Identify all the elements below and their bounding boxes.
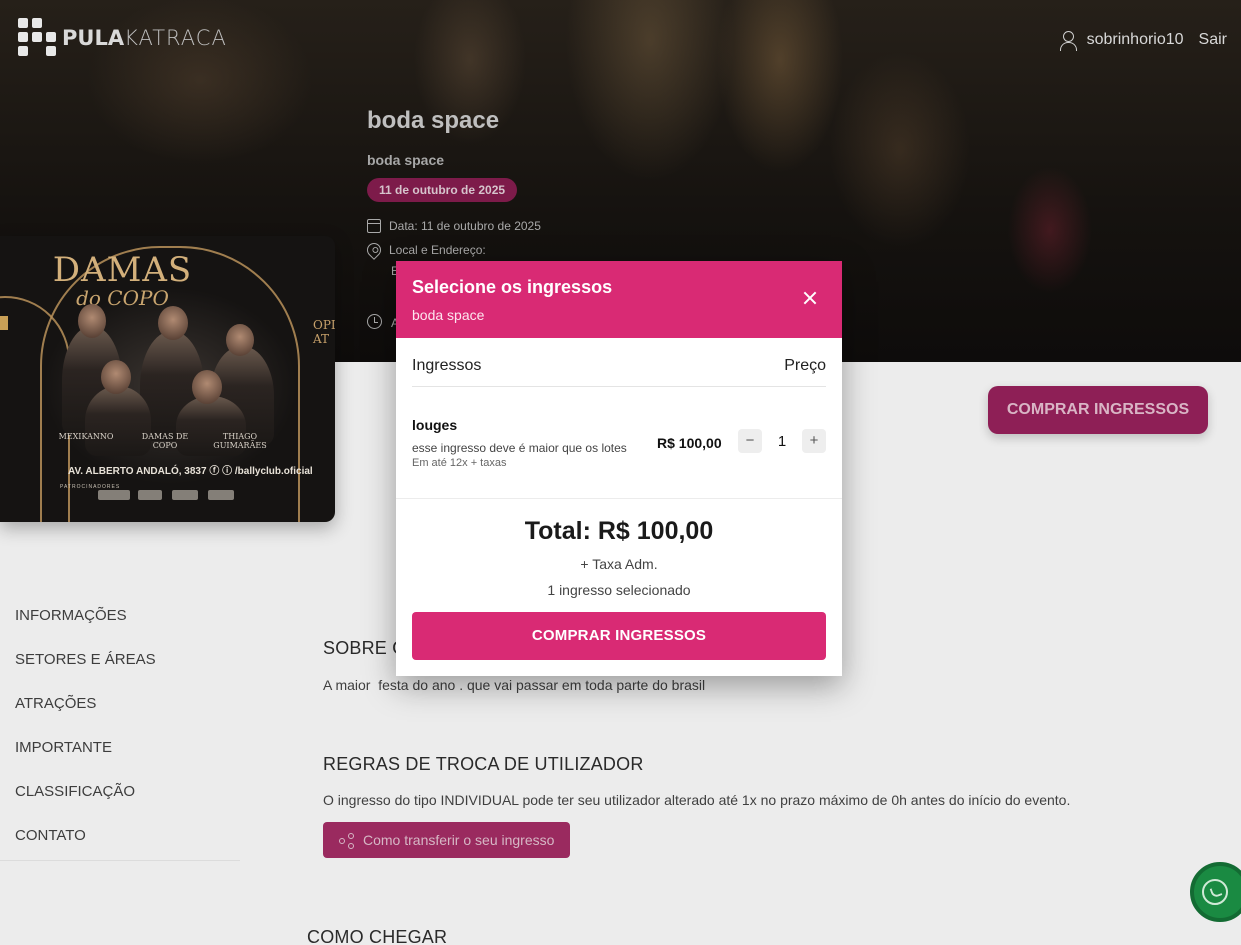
order-total: Total: R$ 100,00 [524,517,714,545]
col-price: Preço [784,357,826,374]
quantity-value: 1 [777,432,787,450]
ticket-price: R$ 100,00 [657,435,722,451]
modal-title: Selecione os ingressos [412,277,613,297]
col-tickets: Ingressos [412,357,482,374]
ticket-table-header: Ingressos Preço [412,338,826,387]
ticket-selection-modal: Selecione os ingressos boda space Ingres… [396,261,842,676]
ticket-installments: Em até 12x + taxas [412,457,507,469]
close-icon[interactable] [802,290,818,306]
modal-subtitle: boda space [412,307,485,323]
ticket-name: louges [412,417,458,433]
quantity-stepper: − 1 + [738,429,826,453]
admin-fee-note: + Taxa Adm. [580,556,658,572]
ticket-row: louges esse ingresso deve é maior que os… [396,387,842,499]
selected-count: 1 ingresso selecionado [547,582,691,598]
modal-header: Selecione os ingressos boda space [396,261,842,338]
decrease-quantity-button[interactable]: − [738,429,762,453]
modal-buy-button[interactable]: COMPRAR INGRESSOS [412,612,826,660]
increase-quantity-button[interactable]: + [802,429,826,453]
ticket-description: esse ingresso deve é maior que os lotes [412,441,627,455]
order-summary: Total: R$ 100,00 + Taxa Adm. 1 ingresso … [396,499,842,598]
